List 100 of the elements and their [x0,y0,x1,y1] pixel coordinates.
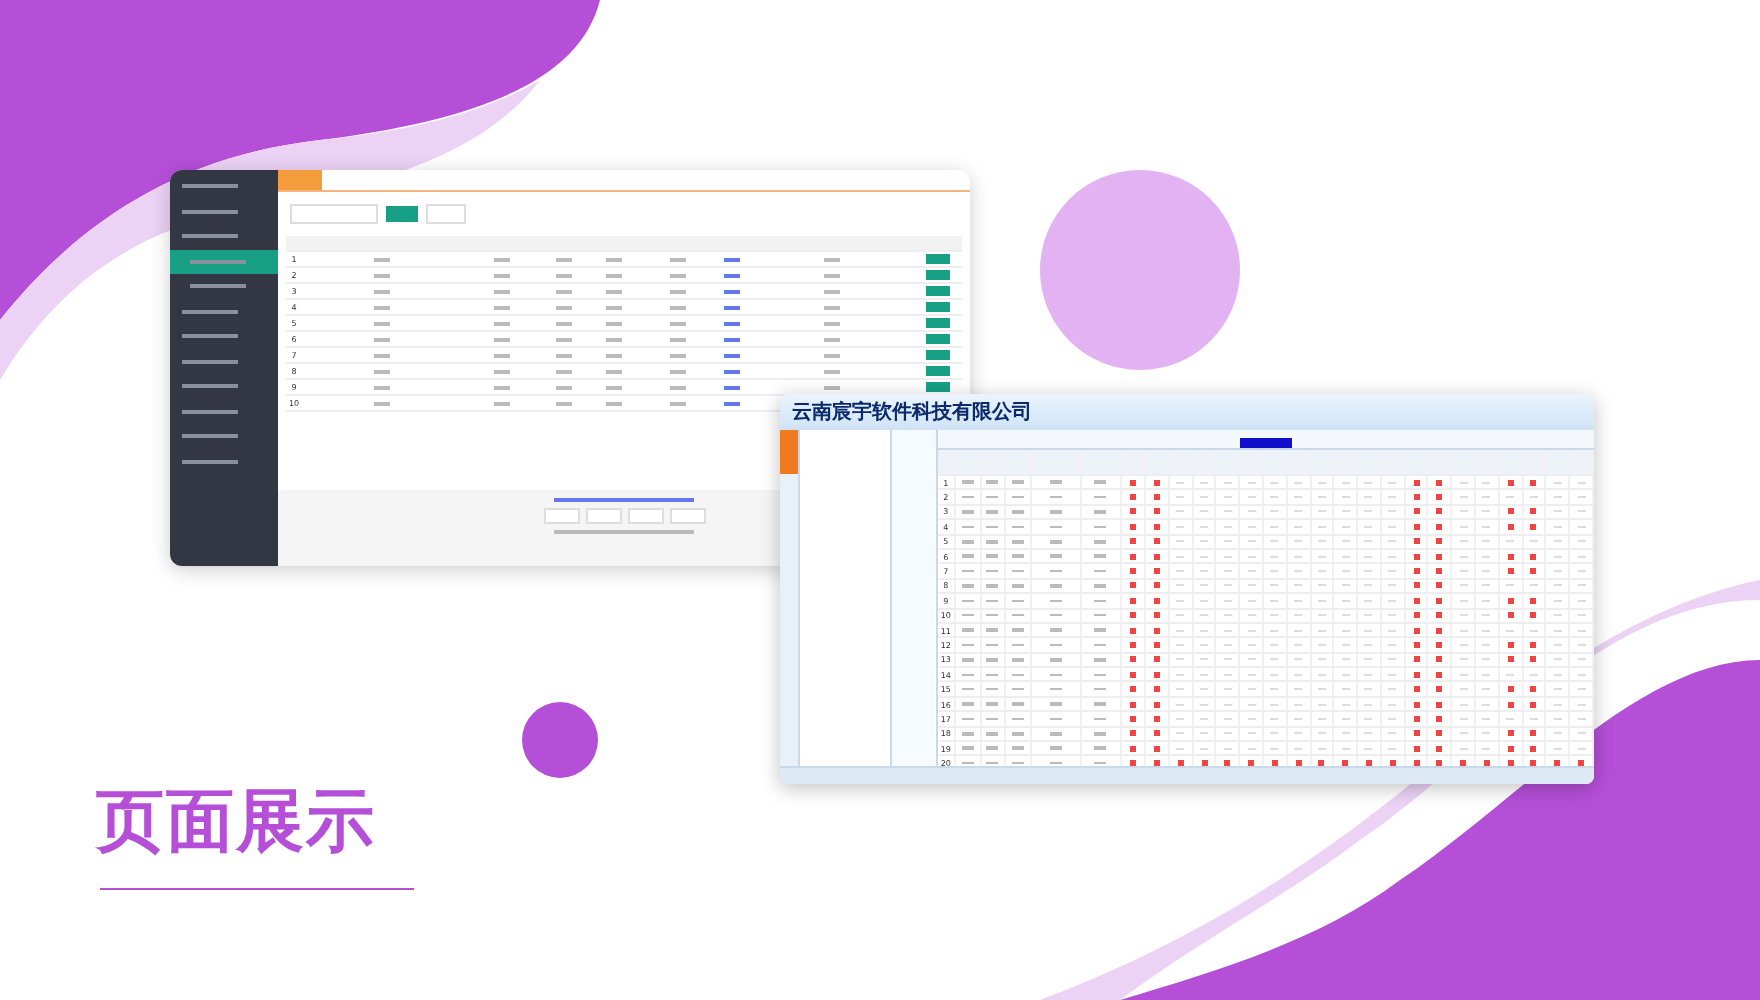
edit-button[interactable] [925,254,949,264]
search-field[interactable] [290,204,378,224]
cross-icon [1365,760,1372,767]
cross-icon [1153,760,1160,767]
cross-icon [1507,568,1514,575]
cross-icon [1483,760,1490,767]
cross-icon [1413,760,1420,767]
cross-icon [1177,760,1184,767]
edit-button[interactable] [925,366,949,376]
cross-icon [1153,553,1160,560]
cross-icon [1153,538,1160,545]
cross-icon [1413,479,1420,486]
cross-icon [1271,760,1278,767]
cross-icon [1413,745,1420,752]
cross-icon [1413,538,1420,545]
cross-icon [1530,701,1537,708]
cross-icon [1530,656,1537,663]
cross-icon [1413,597,1420,604]
cross-icon [1436,553,1443,560]
cross-icon [1436,656,1443,663]
cross-icon [1153,745,1160,752]
cross-icon [1507,745,1514,752]
cross-icon [1130,523,1137,530]
cross-icon [1507,686,1514,693]
cross-icon [1530,612,1537,619]
cross-icon [1530,745,1537,752]
edit-button[interactable] [925,350,949,360]
edit-button[interactable] [925,334,949,344]
cross-icon [1578,760,1585,767]
cross-icon [1530,479,1537,486]
cross-icon [1530,730,1537,737]
cross-icon [1530,686,1537,693]
cross-icon [1318,760,1325,767]
cross-icon [1413,671,1420,678]
cross-icon [1130,612,1137,619]
cross-icon [1507,508,1514,515]
cross-icon [1436,612,1443,619]
cross-icon [1436,671,1443,678]
cross-icon [1153,686,1160,693]
cross-icon [1413,656,1420,663]
cross-icon [1153,671,1160,678]
cross-icon [1413,730,1420,737]
cross-icon [1507,597,1514,604]
cross-icon [1530,523,1537,530]
cross-icon [1130,730,1137,737]
cross-icon [1153,479,1160,486]
cross-icon [1507,612,1514,619]
section-heading: 页面展示 [96,780,376,866]
cross-icon [1530,641,1537,648]
cross-icon [1201,760,1208,767]
cross-icon [1413,523,1420,530]
cross-icon [1130,538,1137,545]
cross-icon [1436,730,1443,737]
cross-icon [1413,553,1420,560]
cross-icon [1507,730,1514,737]
cross-icon [1224,760,1231,767]
cross-icon [1436,760,1443,767]
cross-icon [1507,523,1514,530]
cross-icon [1130,553,1137,560]
cross-icon [1389,760,1396,767]
cross-icon [1460,760,1467,767]
cross-icon [1130,656,1137,663]
cross-icon [1130,686,1137,693]
cross-icon [1530,568,1537,575]
cross-icon [1248,760,1255,767]
cross-icon [1436,479,1443,486]
edit-button[interactable] [925,286,949,296]
cross-icon [1554,760,1561,767]
cross-icon [1436,523,1443,530]
cross-icon [1507,701,1514,708]
cross-icon [1130,671,1137,678]
cross-icon [1153,597,1160,604]
cross-icon [1342,760,1349,767]
cross-icon [1507,553,1514,560]
cross-icon [1530,597,1537,604]
cross-icon [1153,656,1160,663]
edit-button[interactable] [925,302,949,312]
cross-icon [1530,553,1537,560]
edit-button[interactable] [925,382,949,392]
cross-icon [1153,523,1160,530]
cross-icon [1530,760,1537,767]
cross-icon [1507,641,1514,648]
decorative-circle [522,702,598,778]
cross-icon [1130,745,1137,752]
cross-icon [1436,597,1443,604]
cross-icon [1413,612,1420,619]
sidebar-item[interactable] [170,249,278,274]
cross-icon [1295,760,1302,767]
edit-button[interactable] [925,318,949,328]
cross-icon [1507,760,1514,767]
cross-icon [1436,745,1443,752]
cross-icon [1413,686,1420,693]
edit-button[interactable] [925,270,949,280]
cross-icon [1436,686,1443,693]
cross-icon [1530,508,1537,515]
cross-icon [1507,656,1514,663]
company-title: 云南宸宇软件科技有限公司 [792,398,1032,426]
cross-icon [1130,597,1137,604]
cross-icon [1507,479,1514,486]
cross-icon [1436,538,1443,545]
